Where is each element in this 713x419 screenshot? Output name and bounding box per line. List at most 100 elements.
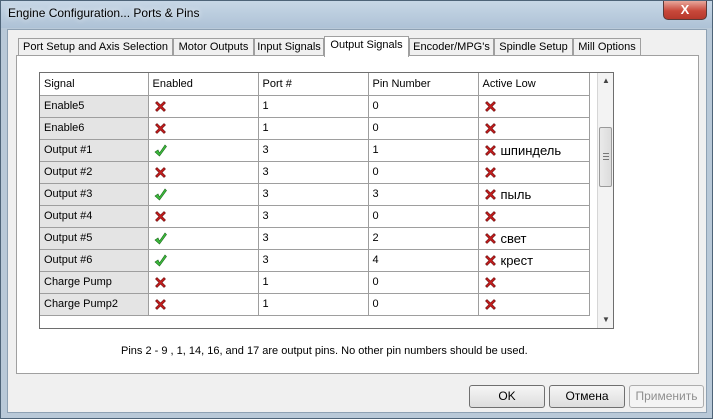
tab-mill-options[interactable]: Mill Options [573,38,641,56]
active-low-cell[interactable] [478,205,590,228]
signal-cell[interactable]: Output #3 [40,183,149,206]
green-check-icon[interactable] [153,232,167,244]
pin-cell[interactable]: 3 [368,183,479,206]
col-header-enabled[interactable]: Enabled [148,73,259,96]
port-cell[interactable]: 1 [258,271,369,294]
port-cell[interactable]: 1 [258,117,369,140]
signal-cell[interactable]: Output #4 [40,205,149,228]
vertical-scrollbar[interactable]: ▲ ▼ [597,73,613,328]
title-bar[interactable]: Engine Configuration... Ports & Pins X [1,1,712,28]
enabled-cell[interactable] [148,205,259,228]
active-low-cell[interactable] [478,95,590,118]
enabled-cell[interactable] [148,249,259,272]
table-row[interactable]: Output #4 3 0 [40,205,590,228]
tab-port-setup[interactable]: Port Setup and Axis Selection [18,38,173,56]
enabled-cell[interactable] [148,293,259,316]
pin-cell[interactable]: 0 [368,293,479,316]
enabled-cell[interactable] [148,95,259,118]
tab-spindle-setup[interactable]: Spindle Setup [494,38,573,56]
table-row[interactable]: Enable5 1 0 [40,95,590,118]
red-x-icon[interactable] [153,122,167,134]
red-x-icon[interactable] [153,166,167,178]
tab-output-signals[interactable]: Output Signals [324,36,409,57]
port-cell[interactable]: 3 [258,227,369,250]
active-low-cell[interactable] [478,117,590,140]
signal-cell[interactable]: Output #5 [40,227,149,250]
table-row[interactable]: Output #1 3 1 шпиндель [40,139,590,162]
red-x-icon[interactable] [483,276,497,288]
signal-cell[interactable]: Enable5 [40,95,149,118]
signal-cell[interactable]: Enable6 [40,117,149,140]
red-x-icon[interactable] [483,122,497,134]
red-x-icon[interactable] [153,100,167,112]
pin-cell[interactable]: 1 [368,139,479,162]
active-low-cell[interactable]: свет [478,227,590,250]
signal-cell[interactable]: Charge Pump [40,271,149,294]
port-cell[interactable]: 3 [258,139,369,162]
active-low-cell[interactable] [478,161,590,184]
col-header-signal[interactable]: Signal [40,73,149,96]
pin-cell[interactable]: 0 [368,161,479,184]
red-x-icon[interactable] [483,144,497,156]
col-header-port[interactable]: Port # [258,73,369,96]
apply-button[interactable]: Применить [629,385,704,408]
output-signals-grid[interactable]: Signal Enabled Port # Pin Number Active … [39,72,614,329]
table-row[interactable]: Output #5 3 2 свет [40,227,590,250]
green-check-icon[interactable] [153,144,167,156]
pin-cell[interactable]: 4 [368,249,479,272]
enabled-cell[interactable] [148,161,259,184]
col-header-pin[interactable]: Pin Number [368,73,479,96]
red-x-icon[interactable] [483,298,497,310]
pin-cell[interactable]: 0 [368,117,479,140]
pin-cell[interactable]: 0 [368,271,479,294]
active-low-cell[interactable]: шпиндель [478,139,590,162]
signal-cell[interactable]: Output #2 [40,161,149,184]
tab-input-signals[interactable]: Input Signals [254,38,324,56]
signal-cell[interactable]: Output #1 [40,139,149,162]
tab-encoder-mpg[interactable]: Encoder/MPG's [409,38,494,56]
port-cell[interactable]: 1 [258,293,369,316]
port-cell[interactable]: 3 [258,183,369,206]
red-x-icon[interactable] [153,210,167,222]
table-row[interactable]: Output #2 3 0 [40,161,590,184]
scroll-thumb[interactable] [599,127,612,187]
red-x-icon[interactable] [483,232,497,244]
pin-cell[interactable]: 2 [368,227,479,250]
red-x-icon[interactable] [153,298,167,310]
red-x-icon[interactable] [483,254,497,266]
active-low-cell[interactable]: пыль [478,183,590,206]
green-check-icon[interactable] [153,188,167,200]
enabled-cell[interactable] [148,227,259,250]
scroll-down-arrow-icon[interactable]: ▼ [598,312,613,328]
tab-motor-outputs[interactable]: Motor Outputs [173,38,254,56]
scroll-up-arrow-icon[interactable]: ▲ [598,73,613,89]
red-x-icon[interactable] [153,276,167,288]
signal-cell[interactable]: Output #6 [40,249,149,272]
table-row[interactable]: Charge Pump2 1 0 [40,293,590,316]
red-x-icon[interactable] [483,166,497,178]
ok-button[interactable]: OK [469,385,545,408]
active-low-cell[interactable]: крест [478,249,590,272]
enabled-cell[interactable] [148,271,259,294]
pin-cell[interactable]: 0 [368,205,479,228]
enabled-cell[interactable] [148,139,259,162]
green-check-icon[interactable] [153,254,167,266]
enabled-cell[interactable] [148,117,259,140]
table-row[interactable]: Enable6 1 0 [40,117,590,140]
red-x-icon[interactable] [483,188,497,200]
red-x-icon[interactable] [483,100,497,112]
port-cell[interactable]: 3 [258,205,369,228]
active-low-cell[interactable] [478,293,590,316]
enabled-cell[interactable] [148,183,259,206]
pin-cell[interactable]: 0 [368,95,479,118]
port-cell[interactable]: 1 [258,95,369,118]
port-cell[interactable]: 3 [258,249,369,272]
table-row[interactable]: Output #3 3 3 пыль [40,183,590,206]
red-x-icon[interactable] [483,210,497,222]
cancel-button[interactable]: Отмена [549,385,625,408]
signal-cell[interactable]: Charge Pump2 [40,293,149,316]
port-cell[interactable]: 3 [258,161,369,184]
table-row[interactable]: Output #6 3 4 крест [40,249,590,272]
close-button[interactable]: X [663,1,707,20]
col-header-active-low[interactable]: Active Low [478,73,590,96]
